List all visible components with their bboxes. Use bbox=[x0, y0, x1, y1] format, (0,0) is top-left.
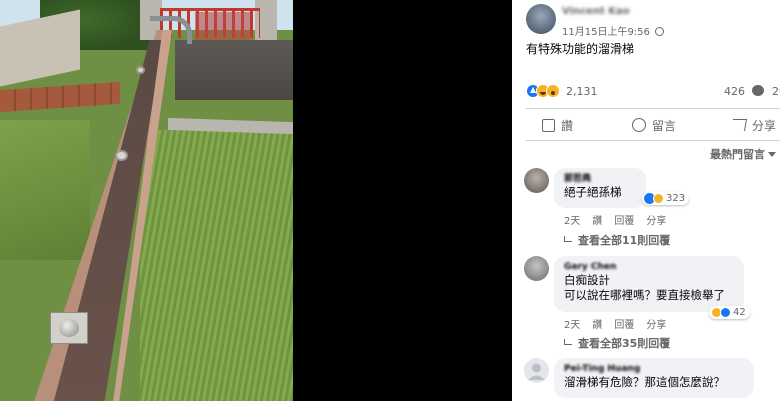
comment-reaction-count: 323 bbox=[666, 193, 686, 204]
post-header: Vincent Kao 11月15日上午9:56 bbox=[526, 4, 780, 38]
photo-grass-right bbox=[140, 130, 293, 401]
post-photo[interactable] bbox=[0, 0, 293, 401]
comment-time[interactable]: 2天 bbox=[564, 320, 580, 331]
slide-bolt bbox=[115, 150, 128, 161]
photo-building bbox=[195, 12, 250, 40]
view-replies-link[interactable]: 查看全部35則回覆 bbox=[564, 335, 670, 351]
comment-share-link[interactable]: 分享 bbox=[646, 216, 666, 227]
facebook-post-panel: Vincent Kao 11月15日上午9:56 有特殊功能的溜滑梯 2,131… bbox=[512, 0, 780, 401]
share-button[interactable]: 分享 bbox=[730, 112, 777, 138]
comment-reply-link[interactable]: 回覆 bbox=[614, 320, 634, 331]
comment-text: 溜滑梯有危險？那這個怎麼說？ bbox=[564, 375, 725, 389]
view-replies-link[interactable]: 查看全部11則回覆 bbox=[564, 232, 670, 248]
commenter-avatar[interactable] bbox=[524, 256, 549, 281]
post-timestamp: 11月15日上午9:56 bbox=[562, 23, 665, 38]
globe-icon bbox=[655, 27, 665, 36]
view-replies-label: 查看全部35則回覆 bbox=[578, 337, 671, 350]
slide-bolt bbox=[136, 66, 145, 74]
sort-label: 最熱門留言 bbox=[710, 148, 765, 161]
comment-label: 留言 bbox=[652, 118, 677, 133]
comment-text: 可以說在哪裡嗎？要直接檢舉了 bbox=[564, 288, 725, 302]
comment-text: 白痴設計 bbox=[564, 273, 610, 287]
reactions-summary: 2,131 426 29 bbox=[526, 82, 780, 100]
photo-rock-wall bbox=[175, 40, 293, 100]
divider bbox=[526, 140, 780, 141]
like-reaction-icon bbox=[720, 307, 731, 318]
comment-meta: 2天 讚 回覆 分享 bbox=[564, 316, 678, 331]
comment-bubble: Pei-Ting Huang 溜滑梯有危險？那這個怎麼說？ bbox=[554, 358, 754, 398]
timestamp-text[interactable]: 11月15日上午9:56 bbox=[562, 27, 650, 38]
commenter-name[interactable]: 郭哲堯 bbox=[564, 173, 636, 185]
default-avatar-icon bbox=[528, 363, 545, 380]
comment-icon bbox=[632, 118, 646, 132]
reaction-count[interactable]: 2,131 bbox=[566, 85, 598, 98]
author-avatar[interactable] bbox=[526, 4, 556, 34]
share-label: 分享 bbox=[752, 118, 777, 133]
share-arrow-icon bbox=[730, 119, 748, 131]
comment-item: Pei-Ting Huang 溜滑梯有危險？那這個怎麼說？ bbox=[524, 358, 780, 401]
comment-count[interactable]: 426 bbox=[724, 85, 745, 98]
post-text: 有特殊功能的溜滑梯 bbox=[526, 42, 635, 56]
commenter-avatar[interactable] bbox=[524, 358, 549, 383]
comment-bubble-icon bbox=[752, 85, 764, 96]
photo-brick-steps bbox=[0, 81, 120, 113]
reply-arrow-icon bbox=[564, 339, 572, 345]
slide-bolt-plate bbox=[50, 312, 88, 344]
comment-like-link[interactable]: 讚 bbox=[592, 320, 602, 331]
commenter-name[interactable]: Pei-Ting Huang bbox=[564, 363, 744, 375]
post-actions: 讚 留言 分享 bbox=[526, 112, 780, 138]
comment-like-link[interactable]: 讚 bbox=[592, 216, 602, 227]
comment-bubble: Gary Chen 白痴設計 可以說在哪裡嗎？要直接檢舉了 bbox=[554, 256, 744, 312]
comment-time[interactable]: 2天 bbox=[564, 216, 580, 227]
comment-reactions[interactable]: 42 bbox=[709, 306, 750, 319]
share-count[interactable]: 29 bbox=[772, 85, 780, 98]
photo-grass-left bbox=[0, 120, 90, 260]
haha-reaction-icon bbox=[653, 193, 664, 204]
comment-reaction-count: 42 bbox=[733, 307, 746, 318]
comment-sort-dropdown[interactable]: 最熱門留言 bbox=[710, 146, 776, 162]
commenter-name[interactable]: Gary Chen bbox=[564, 261, 734, 273]
thumbs-up-icon bbox=[542, 118, 555, 132]
comment-reactions[interactable]: 323 bbox=[642, 192, 690, 205]
comment-reply-link[interactable]: 回覆 bbox=[614, 216, 634, 227]
comment-meta: 2天 讚 回覆 分享 bbox=[564, 212, 678, 227]
author-name[interactable]: Vincent Kao bbox=[562, 6, 630, 17]
like-label: 讚 bbox=[561, 118, 574, 133]
view-replies-label: 查看全部11則回覆 bbox=[578, 234, 671, 247]
comment-item: Gary Chen 白痴設計 可以說在哪裡嗎？要直接檢舉了 42 2天 讚 回覆 分享… bbox=[524, 256, 780, 351]
comment-item: 郭哲堯 絕子絕孫梯 323 2天 讚 回覆 分享 查看全部11則回覆 bbox=[524, 168, 780, 248]
wow-reaction-icon[interactable] bbox=[546, 84, 560, 98]
commenter-avatar[interactable] bbox=[524, 168, 549, 193]
comment-share-link[interactable]: 分享 bbox=[646, 320, 666, 331]
chevron-down-icon bbox=[768, 152, 776, 157]
comment-text: 絕子絕孫梯 bbox=[564, 185, 622, 199]
divider bbox=[526, 108, 780, 109]
reply-arrow-icon bbox=[564, 236, 572, 242]
like-button[interactable]: 讚 bbox=[542, 112, 573, 138]
comment-button[interactable]: 留言 bbox=[632, 112, 676, 138]
comment-bubble: 郭哲堯 絕子絕孫梯 bbox=[554, 168, 646, 208]
